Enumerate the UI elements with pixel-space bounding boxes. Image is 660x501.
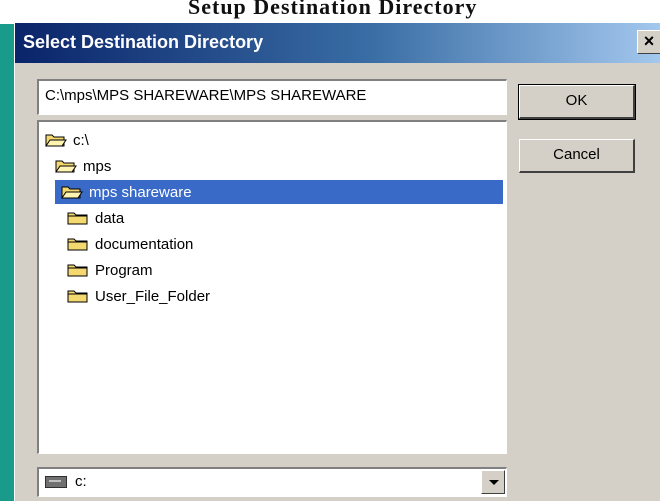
tree-item-label: mps shareware [89, 183, 192, 201]
select-destination-dialog: Select Destination Directory × C:\mps\MP… [14, 22, 660, 501]
folder-icon [67, 238, 88, 251]
tree-item-label: Program [95, 261, 153, 279]
folder-icon [67, 264, 88, 277]
tree-item-label: c:\ [73, 131, 89, 149]
background-title-text: Setup Destination Directory [188, 0, 478, 19]
tree-item-mps-shareware[interactable]: mps shareware [55, 180, 503, 204]
dialog-title: Select Destination Directory [23, 32, 264, 52]
drive-label: c: [75, 473, 87, 490]
open-folder-icon [55, 160, 77, 173]
tree-item-label: User_File_Folder [95, 287, 211, 305]
tree-item-user-file-folder[interactable]: User_File_Folder [67, 284, 210, 308]
drive-icon [45, 476, 67, 488]
cancel-button[interactable]: Cancel [519, 139, 635, 173]
background-window-strip: Setup Destination Directory [0, 0, 660, 24]
tree-item-c-root[interactable]: c:\ [45, 128, 89, 152]
path-field[interactable]: C:\mps\MPS SHAREWARE\MPS SHAREWARE [37, 79, 507, 115]
tree-item-program[interactable]: Program [67, 258, 153, 282]
chevron-down-icon[interactable] [481, 470, 505, 494]
dialog-titlebar[interactable]: Select Destination Directory × [15, 23, 660, 63]
desktop-background [0, 24, 14, 497]
ok-button[interactable]: OK [518, 84, 636, 120]
tree-item-documentation[interactable]: documentation [67, 232, 193, 256]
tree-item-label: mps [83, 157, 112, 175]
open-folder-icon [61, 186, 83, 199]
drive-select[interactable]: c: [37, 467, 507, 497]
folder-icon [67, 290, 88, 303]
open-folder-icon [45, 134, 67, 147]
folder-tree[interactable]: c:\ mps mps shareware data documentation… [37, 120, 507, 454]
tree-item-mps[interactable]: mps [55, 154, 111, 178]
tree-item-label: data [95, 209, 125, 227]
folder-icon [67, 212, 88, 225]
tree-item-label: documentation [95, 235, 194, 253]
tree-item-data[interactable]: data [67, 206, 124, 230]
close-button[interactable]: × [637, 30, 660, 54]
